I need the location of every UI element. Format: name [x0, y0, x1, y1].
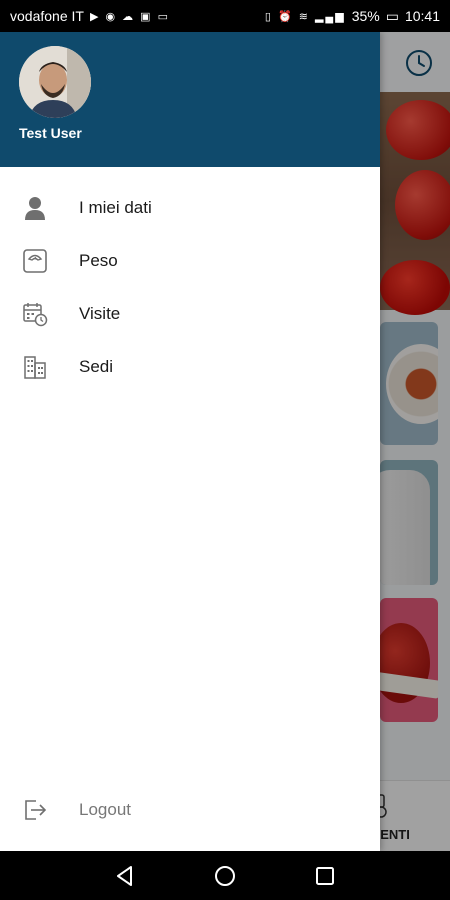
avatar[interactable] — [19, 46, 91, 118]
scale-icon — [23, 249, 47, 273]
logout-icon — [25, 800, 47, 820]
user-name: Test User — [19, 125, 82, 141]
app-screen: AMENTI Test User I miei dati Peso Visite… — [0, 32, 450, 851]
person-icon — [25, 197, 45, 220]
menu-item-label: I miei dati — [79, 198, 152, 217]
menu-item-label: Peso — [79, 251, 118, 270]
menu-item-weight[interactable]: Peso — [0, 235, 380, 287]
calendar-clock-icon — [23, 303, 48, 327]
logout-button[interactable]: Logout — [0, 784, 380, 836]
notification-icons: ▶ ◉ ☁ ▣ ▭ — [89, 10, 171, 23]
menu-item-locations[interactable]: Sedi — [0, 341, 380, 393]
battery-level: 35% — [351, 8, 380, 24]
building-icon — [24, 356, 46, 379]
menu-item-visits[interactable]: Visite — [0, 288, 380, 340]
battery-icon: ▭ — [385, 7, 399, 24]
system-navigation-bar — [0, 851, 450, 900]
logout-label: Logout — [79, 800, 131, 819]
menu-item-my-data[interactable]: I miei dati — [0, 182, 380, 234]
status-time: 10:41 — [404, 8, 440, 24]
recents-icon[interactable] — [313, 864, 337, 888]
user-photo — [19, 46, 91, 118]
status-bar: vodafone IT ▶ ◉ ☁ ▣ ▭ ▯ ⏰ ≋ ▂▄▆ 35% ▭ 10… — [0, 0, 450, 32]
menu-item-label: Visite — [79, 304, 121, 323]
navigation-drawer: Test User I miei dati Peso Visite Sedi L… — [0, 32, 380, 851]
system-icons: ▯ ⏰ ≋ ▂▄▆ — [264, 10, 346, 23]
carrier-name: vodafone IT — [10, 8, 84, 24]
back-icon[interactable] — [113, 864, 137, 888]
menu-item-label: Sedi — [79, 357, 114, 376]
drawer-header: Test User — [0, 32, 380, 167]
home-icon[interactable] — [213, 864, 237, 888]
